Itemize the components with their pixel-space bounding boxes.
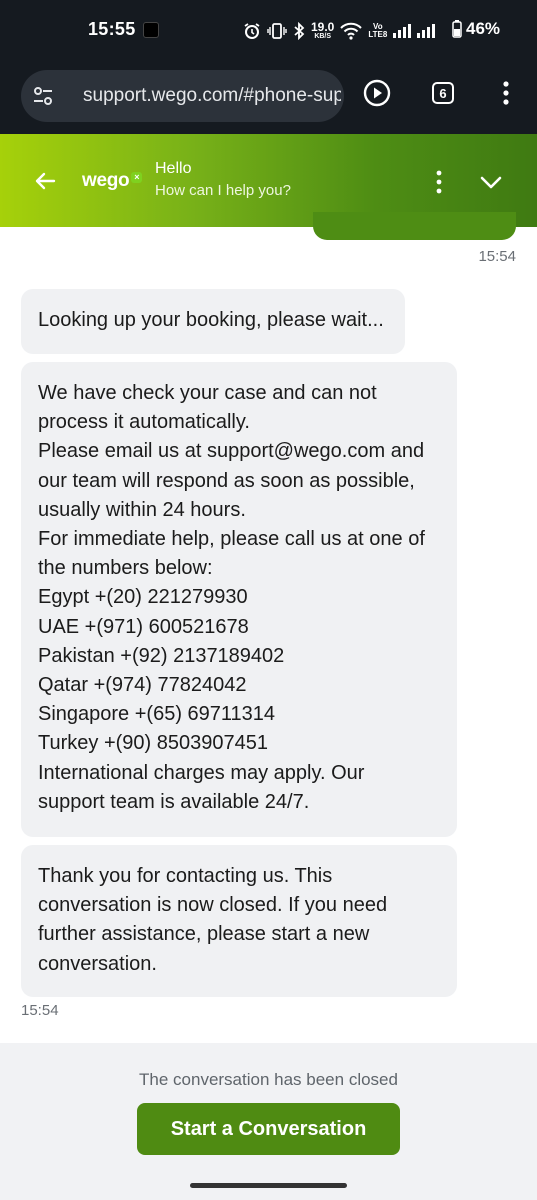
alarm-icon <box>244 23 260 39</box>
message-line: further assistance, please start a new <box>38 923 370 946</box>
tabs-icon: 6 <box>432 82 454 104</box>
wego-logo-mark-icon: × <box>131 171 143 183</box>
home-indicator[interactable] <box>190 1183 347 1188</box>
message-line: our team will respond as soon as possibl… <box>38 469 415 492</box>
phone-number-turkey: Turkey +(90) 8503907451 <box>38 732 268 755</box>
message-line: process it automatically. <box>38 411 250 434</box>
phone-number-qatar: Qatar +(974) 77824042 <box>38 674 247 697</box>
status-bar: 15:55 19.0 KB/S Vo LTE8 46% <box>0 0 537 62</box>
message-line: Thank you for contacting us. This <box>38 865 333 887</box>
more-vert-icon[interactable] <box>425 168 453 196</box>
message-line: Please email us at support@wego.com and <box>38 440 425 463</box>
status-icons: 19.0 KB/S Vo LTE8 <box>243 19 436 43</box>
net-speed: 19.0 KB/S <box>311 21 334 41</box>
browser-menu-button[interactable] <box>491 78 521 108</box>
phone-number-egypt: Egypt +(20) 221279930 <box>38 586 248 609</box>
tabs-button[interactable]: 6 <box>428 78 458 108</box>
url-text[interactable]: support.wego.com/#phone-support <box>83 85 341 107</box>
message-timestamp: 15:54 <box>21 1002 59 1019</box>
bot-message-bubble: Thank you for contacting us. This conver… <box>21 845 457 997</box>
wifi-icon <box>340 22 363 40</box>
bluetooth-icon <box>294 22 305 40</box>
play-icon <box>363 79 391 107</box>
signal-icon <box>393 24 412 38</box>
message-line: conversation. <box>38 952 157 975</box>
brand-name: wego <box>82 170 130 191</box>
phone-number-uae: UAE +(971) 600521678 <box>38 615 249 638</box>
net-speed-unit: KB/S <box>314 33 332 40</box>
browser-toolbar: support.wego.com/#phone-support 6 <box>0 62 537 134</box>
bot-message-bubble: Looking up your booking, please wait... <box>21 289 405 354</box>
phone-number-singapore: Singapore +(65) 69711314 <box>38 703 276 726</box>
battery-icon <box>452 20 462 38</box>
battery-status: 46% <box>452 19 500 39</box>
message-line: support team is available 24/7. <box>38 790 310 813</box>
back-arrow-icon[interactable] <box>30 166 60 196</box>
play-button[interactable] <box>362 78 392 108</box>
message-line: International charges may apply. Our <box>38 761 365 784</box>
tab-count: 6 <box>439 85 447 101</box>
header-title: Hello <box>155 160 192 177</box>
page-info-icon[interactable] <box>32 85 54 107</box>
volte-indicator: Vo LTE8 <box>368 23 387 39</box>
message-line: conversation is now closed. If you need <box>38 894 388 917</box>
chat-footer: The conversation has been closed Start a… <box>0 1043 537 1200</box>
wego-logo: wego × <box>82 168 143 194</box>
message-line: the numbers below: <box>38 557 213 580</box>
volte-bottom: LTE8 <box>368 30 388 39</box>
net-speed-value: 19.0 <box>311 20 335 34</box>
chevron-down-icon[interactable] <box>476 168 506 196</box>
signal-icon-sim2 <box>417 24 436 38</box>
url-bar[interactable]: support.wego.com/#phone-support <box>21 70 344 122</box>
conversation-closed-notice: The conversation has been closed <box>139 1070 398 1089</box>
notification-app-icon <box>143 22 159 38</box>
status-time: 15:55 <box>88 19 136 39</box>
more-vert-icon <box>503 81 509 105</box>
message-line: For immediate help, please call us at on… <box>38 528 425 551</box>
message-line: We have check your case and can not <box>38 382 377 404</box>
previous-user-message <box>313 212 516 240</box>
battery-percent: 46% <box>466 19 501 38</box>
message-line: usually within 24 hours. <box>38 498 246 521</box>
phone-number-pakistan: Pakistan +(92) 2137189402 <box>38 644 285 667</box>
start-conversation-button[interactable]: Start a Conversation <box>137 1103 400 1155</box>
message-line: Looking up your booking, please wait... <box>38 309 384 331</box>
vibrate-icon <box>267 23 287 39</box>
bot-message-bubble: We have check your case and can not proc… <box>21 362 457 837</box>
message-timestamp: 15:54 <box>478 248 516 265</box>
header-subtitle: How can I help you? <box>155 182 291 199</box>
